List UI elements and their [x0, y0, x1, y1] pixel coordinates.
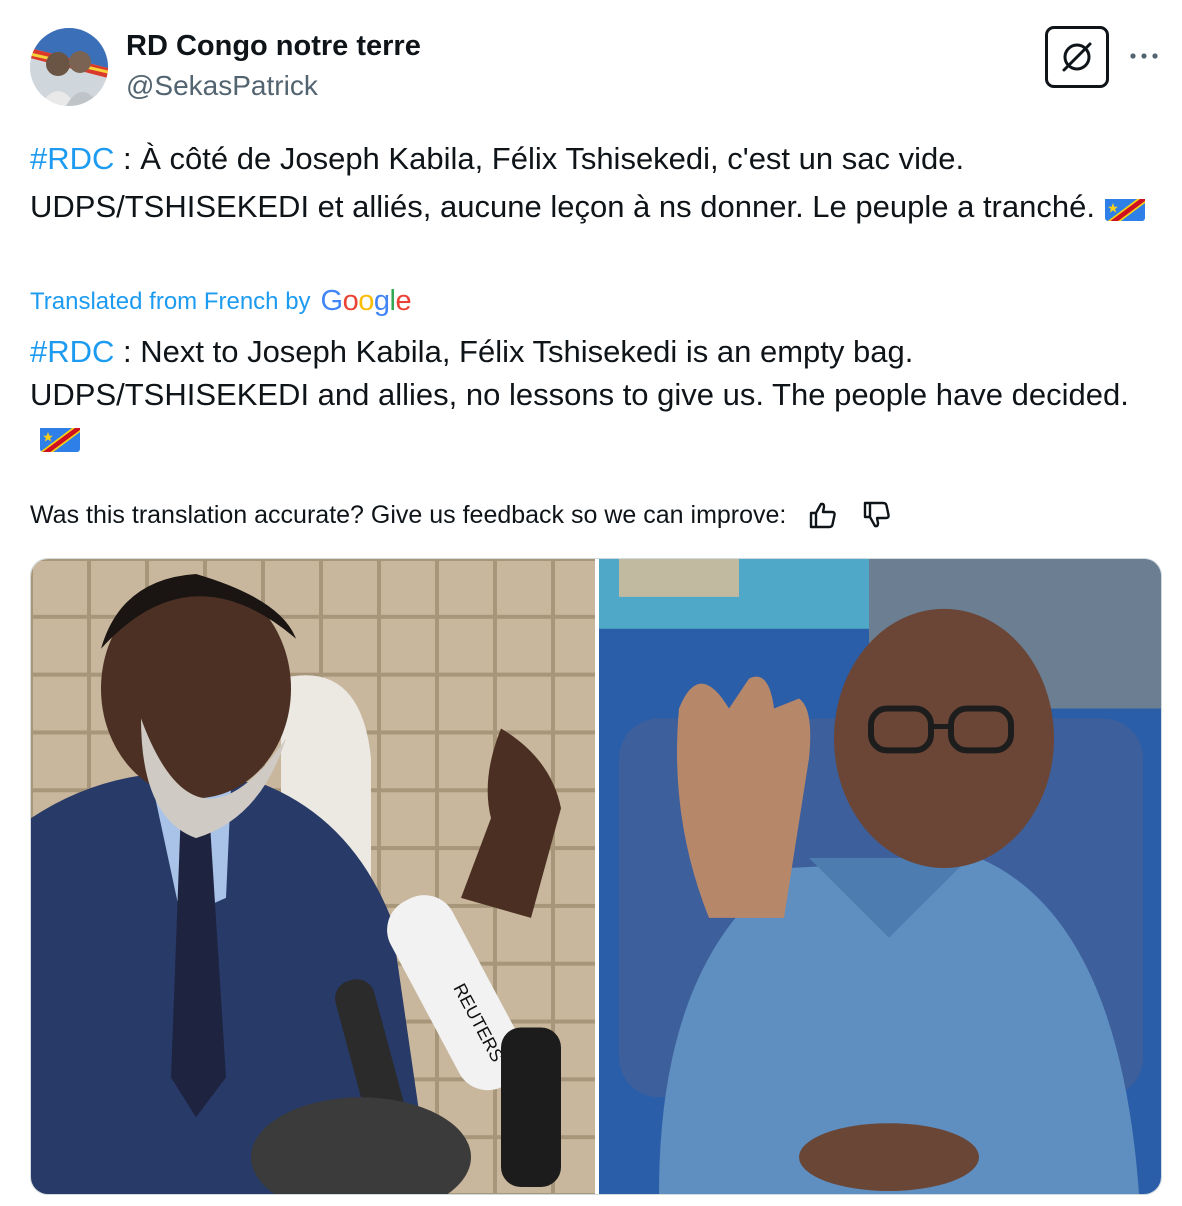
author-display-name[interactable]: RD Congo notre terre [126, 30, 421, 63]
author-handle[interactable]: @SekasPatrick [126, 70, 318, 102]
flag-drc-icon [1104, 193, 1145, 221]
photo-kabila[interactable]: REUTERS [31, 559, 595, 1194]
tweet-translated-text: #RDC : Next to Joseph Kabila, Félix Tshi… [30, 330, 1150, 459]
thumbs-up-icon [810, 502, 837, 529]
more-options-icon [1130, 53, 1158, 59]
thumbs-down-icon [864, 501, 891, 528]
hashtag-link[interactable]: #RDC [30, 141, 114, 176]
tweet-card: RD Congo notre terre @SekasPatrick #RDC … [0, 0, 1182, 1206]
hashtag-link[interactable]: #RDC [30, 334, 114, 369]
tweet-original-text: #RDC : À côté de Joseph Kabila, Félix Ts… [30, 135, 1150, 231]
avatar[interactable] [30, 28, 108, 106]
thumbs-down-button[interactable] [860, 498, 894, 532]
translated-body: : Next to Joseph Kabila, Félix Tshiseked… [30, 334, 1129, 412]
translation-feedback: Was this translation accurate? Give us f… [30, 498, 894, 532]
thumbs-up-button[interactable] [806, 498, 840, 532]
original-body: : À côté de Joseph Kabila, Félix Tshisek… [30, 141, 1095, 224]
photo-tshisekedi[interactable] [599, 559, 1161, 1194]
more-options-button[interactable] [1126, 38, 1162, 74]
google-logo: Google [320, 285, 412, 317]
flag-drc-icon [40, 424, 80, 452]
grok-icon [1062, 42, 1092, 72]
grok-button[interactable] [1045, 26, 1109, 88]
tweet-media: REUTERS [30, 558, 1162, 1195]
feedback-prompt: Was this translation accurate? Give us f… [30, 500, 787, 529]
translation-label: Translated from French by [30, 287, 311, 315]
translation-attribution[interactable]: Translated from French by Google [30, 285, 412, 318]
